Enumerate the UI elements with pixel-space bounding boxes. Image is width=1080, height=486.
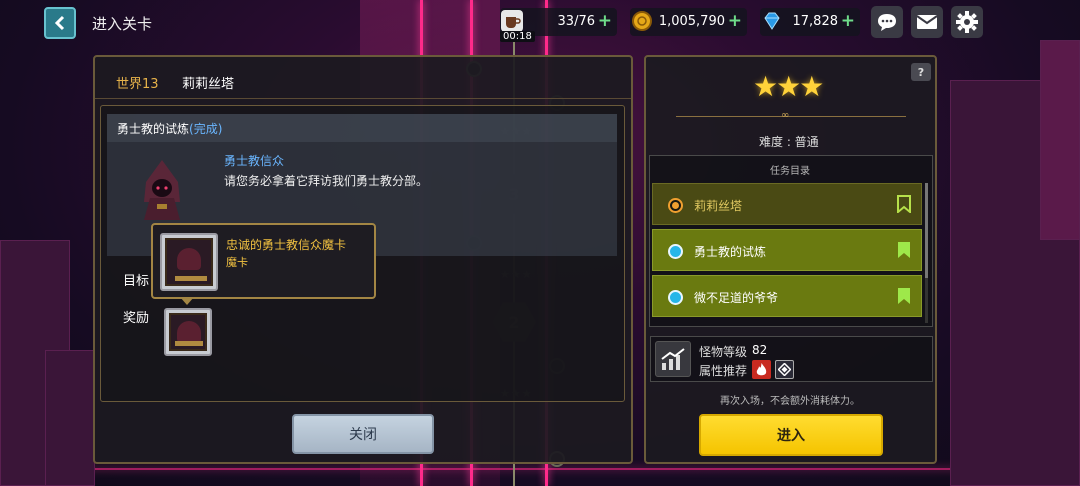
npc-dialog: 请您务必拿着它拜访我们勇士教分部。 bbox=[224, 174, 429, 188]
gold-counter[interactable]: 1,005,790 + bbox=[630, 8, 747, 36]
reward-label: 奖励 bbox=[123, 311, 150, 326]
help-button[interactable]: ? bbox=[911, 63, 931, 81]
rating-divider bbox=[676, 116, 906, 117]
gem-value: 17,828 bbox=[792, 14, 839, 29]
reentry-notice: 再次入场，不会额外消耗体力。 bbox=[720, 396, 860, 407]
blue-gem-icon bbox=[756, 5, 788, 37]
tooltip-arrow bbox=[180, 297, 194, 305]
gem-counter[interactable]: 17,828 + bbox=[760, 8, 860, 36]
chat-button[interactable] bbox=[871, 6, 903, 38]
fire-element-icon bbox=[752, 360, 771, 379]
settings-gear-icon bbox=[956, 11, 978, 33]
mail-button[interactable] bbox=[911, 6, 943, 38]
world-name: 莉莉丝塔 bbox=[182, 77, 235, 92]
dark-element-icon bbox=[775, 360, 794, 379]
complete-dot-icon bbox=[668, 244, 683, 259]
add-stamina-button[interactable]: + bbox=[598, 11, 612, 31]
background-block bbox=[1040, 40, 1080, 240]
page-title: 进入关卡 bbox=[92, 15, 153, 33]
mission-scrollbar[interactable] bbox=[925, 183, 928, 278]
mission-item[interactable]: 勇士教的试炼 bbox=[652, 229, 922, 271]
back-arrow-icon bbox=[54, 15, 65, 31]
target-marker-icon bbox=[668, 198, 683, 213]
quest-status: (完成) bbox=[189, 122, 223, 136]
monster-level-value: 82 bbox=[752, 343, 768, 357]
chat-icon bbox=[878, 14, 896, 31]
background-block bbox=[45, 350, 95, 486]
monster-level-label: 怪物等级 bbox=[699, 345, 748, 359]
add-gold-button[interactable]: + bbox=[728, 11, 742, 31]
stamina-timer: 00:18 bbox=[500, 31, 535, 42]
divider-ornament-icon: ∞ bbox=[781, 110, 790, 121]
npc-name: 勇士教信众 bbox=[224, 154, 285, 168]
tooltip-item-type: 魔卡 bbox=[226, 256, 248, 269]
bookmark-filled-icon bbox=[898, 288, 910, 304]
world-tab[interactable]: 世界13 bbox=[116, 73, 159, 92]
quest-title-text: 勇士教的试炼 bbox=[117, 122, 190, 136]
close-button[interactable]: 关闭 bbox=[292, 414, 434, 454]
mail-icon bbox=[916, 15, 938, 29]
tooltip-item-name: 忠诚的勇士教信众魔卡 bbox=[226, 238, 347, 252]
reward-card-item[interactable] bbox=[164, 308, 212, 356]
back-button[interactable] bbox=[44, 7, 76, 39]
goal-label: 目标 bbox=[123, 274, 150, 289]
attribute-recommend-label: 属性推荐 bbox=[699, 364, 748, 378]
add-gem-button[interactable]: + bbox=[841, 11, 855, 31]
settings-button[interactable] bbox=[951, 6, 983, 38]
mission-label: 微不足道的爷爷 bbox=[694, 291, 779, 305]
quest-title: 勇士教的试炼(完成) bbox=[117, 120, 222, 137]
mission-list-header: 任务目录 bbox=[770, 166, 810, 177]
tab-divider bbox=[95, 98, 631, 99]
laser-beam bbox=[0, 468, 1080, 470]
mission-item[interactable]: 微不足道的爷爷 bbox=[652, 275, 922, 317]
level-chart-icon bbox=[655, 341, 691, 377]
bookmark-filled-icon bbox=[898, 242, 910, 258]
mission-label: 勇士教的试炼 bbox=[694, 245, 767, 259]
stage-star-rating: ★★★ bbox=[753, 70, 824, 103]
mission-item[interactable]: 莉莉丝塔 bbox=[652, 183, 922, 225]
mission-label: 莉莉丝塔 bbox=[694, 199, 743, 213]
gold-value: 1,005,790 bbox=[658, 14, 725, 29]
stamina-value: 33/76 bbox=[557, 14, 595, 29]
tooltip-card-image bbox=[160, 233, 218, 291]
gold-coin-icon bbox=[626, 5, 658, 37]
bookmark-outline-icon bbox=[897, 195, 911, 213]
difficulty-label: 难度 : 普通 bbox=[759, 135, 819, 149]
enter-stage-button[interactable]: 进入 bbox=[699, 414, 883, 456]
npc-portrait bbox=[136, 158, 188, 224]
complete-dot-icon bbox=[668, 290, 683, 305]
